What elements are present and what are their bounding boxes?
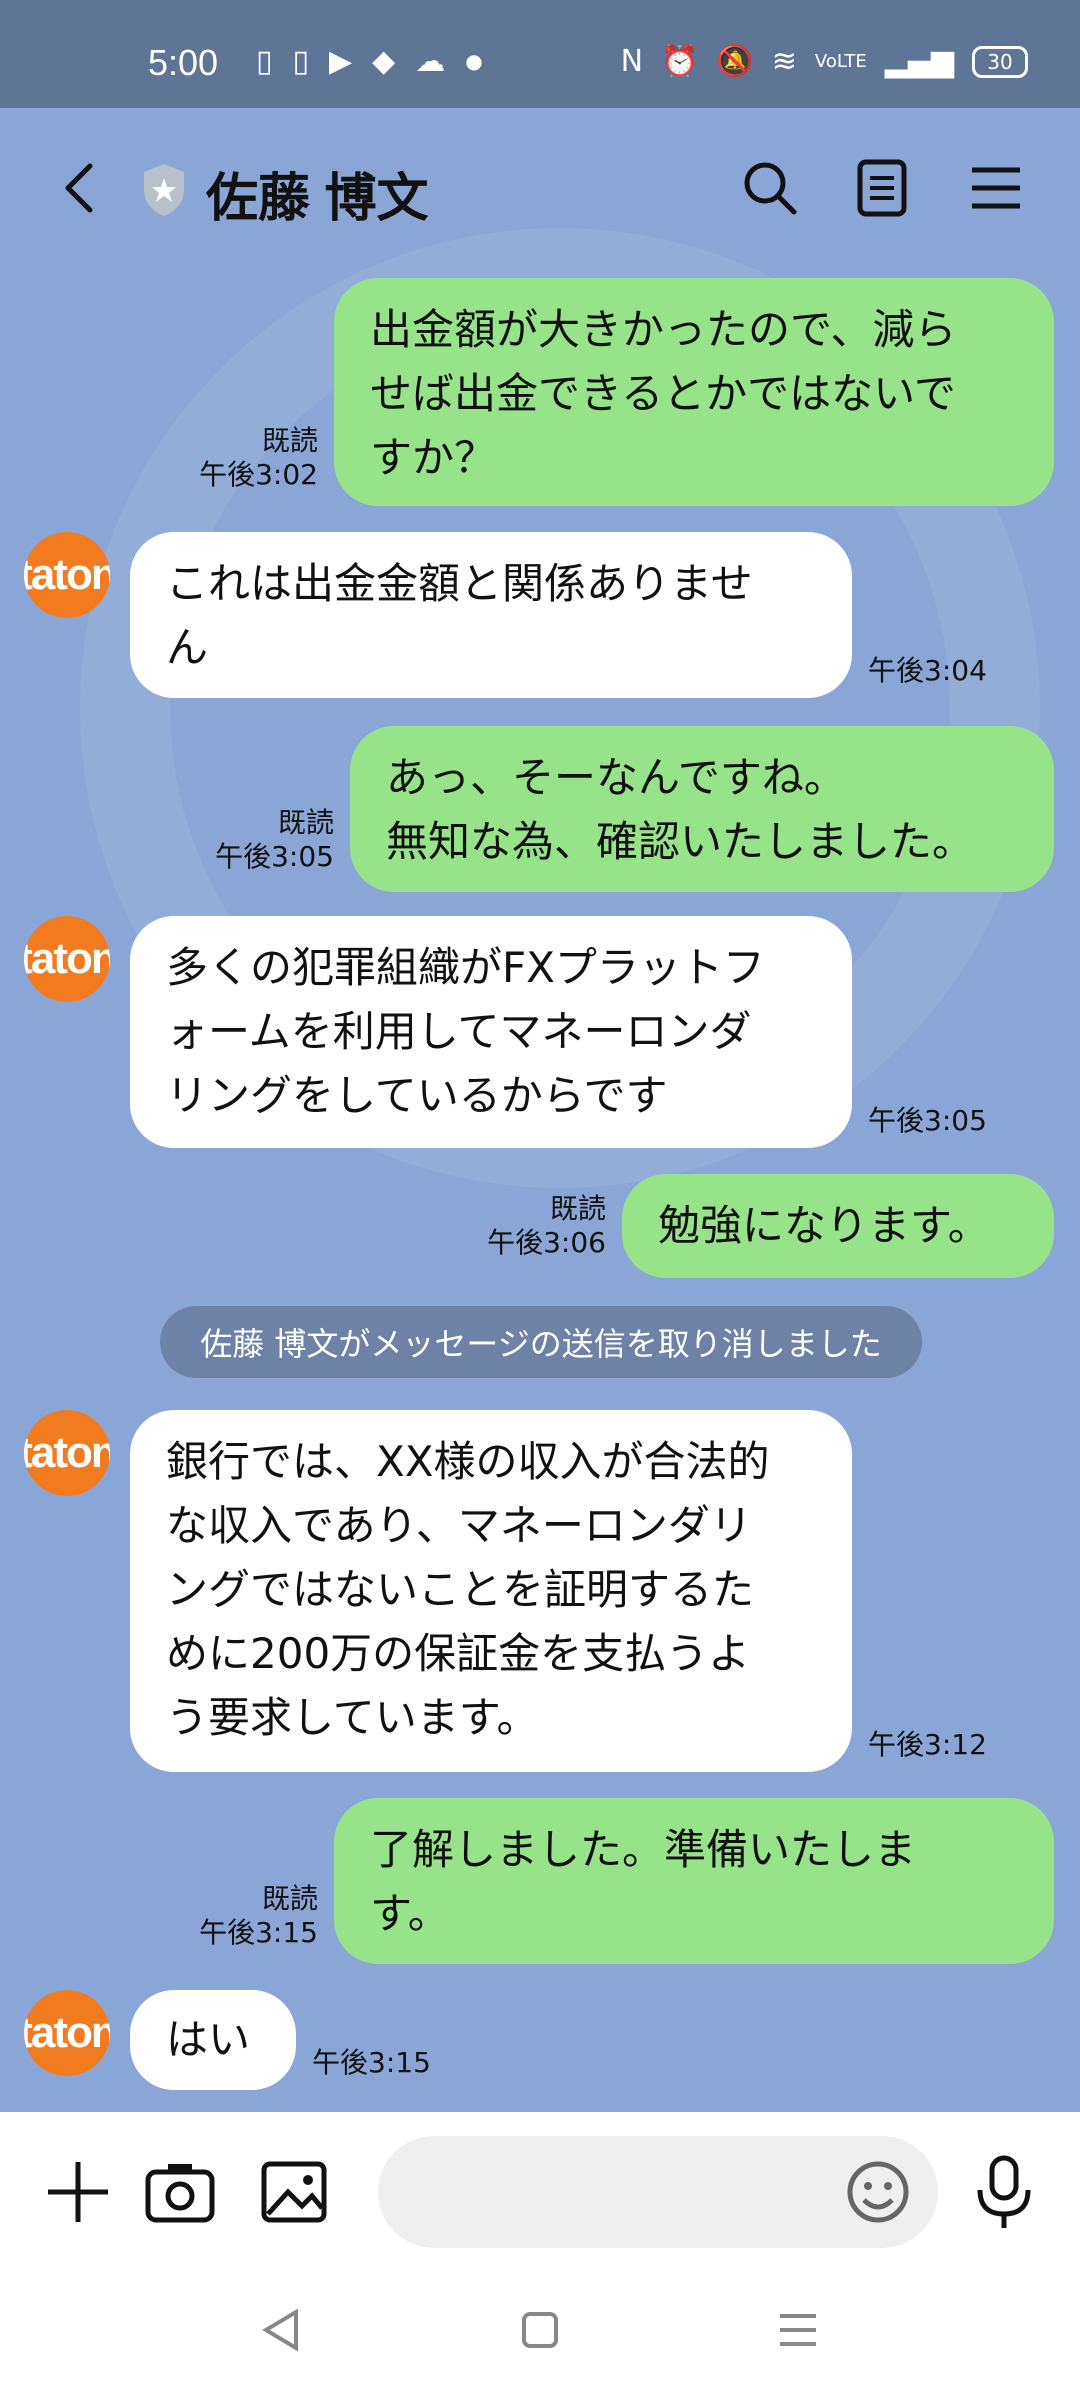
input-bar — [0, 2112, 1080, 2272]
mute-icon: 🔕 — [716, 44, 754, 79]
message-time: 午後3:15 — [312, 2046, 431, 2079]
alarm-icon: ⏰ — [661, 44, 699, 79]
message-line: これは出金金額と関係ありませ — [166, 559, 753, 608]
message-time: 午後3:06 — [487, 1226, 606, 1259]
message-time: 午後3:15 — [199, 1916, 318, 1949]
chat-title: 佐藤 博文 — [206, 170, 429, 228]
message-line: すか？ — [370, 433, 497, 482]
system-message: 佐藤 博文がメッセージの送信を取り消しました — [160, 1306, 922, 1378]
message-line: う要求しています。 — [166, 1693, 539, 1742]
message-time: 午後3:04 — [868, 654, 987, 687]
message-line: リングをしているからです — [166, 1071, 668, 1120]
message-line: な収入であり、マネーロンダリ — [166, 1501, 752, 1550]
message-line: 了解しました。準備いたしま — [370, 1825, 917, 1874]
message-time: 午後3:12 — [868, 1728, 987, 1761]
message-bubble-outgoing[interactable]: あっ、そーなんですね。 無知な為、確認いたしました。 — [350, 726, 1054, 892]
avatar[interactable]: taton — [24, 916, 110, 1002]
wifi-icon: ≋ — [771, 44, 797, 79]
message-line: ォームを利用してマネーロンダ — [166, 1007, 752, 1056]
message-line: はい — [166, 2015, 251, 2064]
avatar[interactable]: taton — [24, 532, 110, 618]
signal-icon: ▂▄▆ — [884, 44, 954, 79]
message-line: 銀行では、XX様の収入が合法的 — [166, 1437, 770, 1486]
message-bubble-incoming[interactable]: はい — [130, 1990, 296, 2090]
message-time: 午後3:02 — [199, 458, 318, 491]
mic-icon[interactable] — [964, 2152, 1044, 2232]
message-bubble-incoming[interactable]: 銀行では、XX様の収入が合法的 な収入であり、マネーロンダリ ングではないことを… — [130, 1410, 852, 1772]
message-line: めに200万の保証金を支払うよ — [166, 1629, 751, 1678]
message-time: 午後3:05 — [868, 1104, 987, 1137]
message-meta: 既読 午後3:06 — [476, 1192, 606, 1260]
message-time: 午後3:05 — [215, 840, 334, 873]
message-line: 勉強になります。 — [658, 1201, 990, 1250]
read-receipt: 既読 — [261, 424, 318, 457]
message-line: せば出金できるとかではないで — [370, 369, 956, 418]
avatar[interactable]: taton — [24, 1990, 110, 2076]
navigation-bar — [0, 2272, 1080, 2400]
volte-icon: VoLTE — [814, 51, 867, 72]
sim-icon: ▯ — [292, 44, 310, 79]
read-receipt: 既読 — [549, 1192, 606, 1225]
search-icon[interactable] — [740, 158, 800, 218]
message-bubble-outgoing[interactable]: 勉強になります。 — [622, 1174, 1054, 1278]
emoji-icon[interactable] — [838, 2152, 918, 2232]
message-meta: 既読 午後3:05 — [204, 806, 334, 874]
nav-home-icon[interactable] — [510, 2300, 570, 2360]
nav-back-icon[interactable] — [252, 2300, 312, 2360]
sheep-icon: ☁ — [415, 44, 446, 79]
message-bubble-outgoing[interactable]: 出金額が大きかったので、減ら せば出金できるとかではないで すか？ — [334, 278, 1054, 506]
message-meta: 既読 午後3:15 — [188, 1882, 318, 1950]
message-line: ングではないことを証明するた — [166, 1565, 755, 1614]
nav-recents-icon[interactable] — [768, 2300, 828, 2360]
shield-icon — [144, 164, 184, 216]
sim-icon: ▯ — [256, 44, 273, 79]
message-line: す。 — [370, 1889, 450, 1938]
nfc-icon: N — [620, 44, 644, 79]
message-line: 出金額が大きかったので、減ら — [370, 305, 957, 354]
dot-icon: ● — [465, 49, 483, 73]
youtube-icon: ▶ — [329, 44, 353, 79]
message-bubble-outgoing[interactable]: 了解しました。準備いたしま す。 — [334, 1798, 1054, 1964]
menu-icon[interactable] — [966, 158, 1026, 218]
status-notifications: ▯ ▯ ▶ ◆ ☁ ● — [256, 44, 483, 79]
message-meta: 既読 午後3:02 — [188, 424, 318, 492]
message-line: 無知な為、確認いたしました。 — [386, 817, 975, 866]
camera-icon[interactable] — [140, 2152, 220, 2232]
status-bar: 5:00 ▯ ▯ ▶ ◆ ☁ ● N ⏰ 🔕 ≋ VoLTE ▂▄▆ 30 — [0, 0, 1080, 108]
back-icon[interactable] — [52, 158, 112, 218]
read-receipt: 既読 — [261, 1882, 318, 1915]
image-icon[interactable] — [254, 2152, 334, 2232]
read-receipt: 既読 — [277, 806, 334, 839]
plus-icon[interactable] — [38, 2152, 118, 2232]
message-line: あっ、そーなんですね。 — [386, 753, 846, 802]
avatar[interactable]: taton — [24, 1410, 110, 1496]
cube-icon: ◆ — [372, 44, 396, 79]
status-system-icons: N ⏰ 🔕 ≋ VoLTE ▂▄▆ 30 — [621, 44, 1028, 79]
notes-icon[interactable] — [852, 158, 912, 218]
message-bubble-incoming[interactable]: 多くの犯罪組織がFXプラットフ ォームを利用してマネーロンダ リングをしているか… — [130, 916, 852, 1148]
status-time: 5:00 — [148, 42, 219, 83]
message-bubble-incoming[interactable]: これは出金金額と関係ありませ ん — [130, 532, 852, 698]
message-line: ん — [166, 623, 209, 672]
battery-icon: 30 — [972, 45, 1028, 78]
message-line: 多くの犯罪組織がFXプラットフ — [166, 943, 765, 992]
